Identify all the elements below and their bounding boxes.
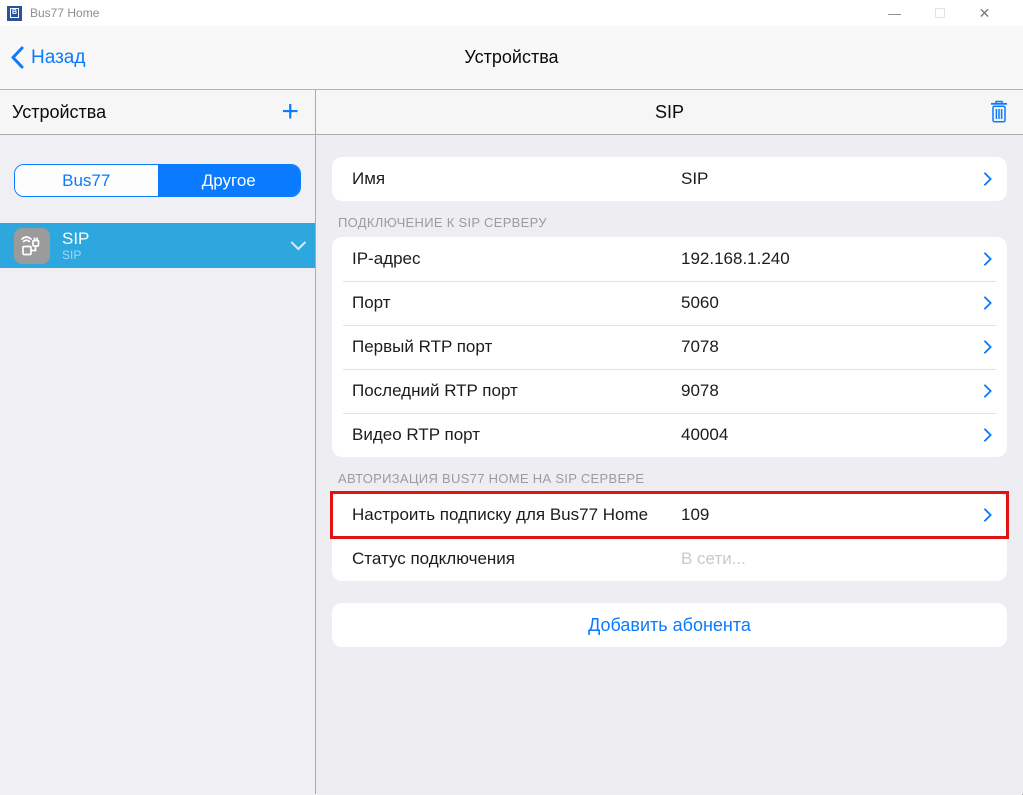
setting-label: Статус подключения [352, 549, 515, 569]
detail-header: SIP [316, 90, 1023, 135]
chevron-down-icon[interactable] [291, 235, 307, 251]
device-list-item-sip[interactable]: SIP SIP [0, 223, 315, 268]
setting-row-connection-status: Статус подключения В сети... [332, 537, 1007, 581]
setting-value: SIP [681, 169, 708, 189]
chevron-right-icon [978, 340, 992, 354]
device-subtitle: SIP [62, 248, 89, 262]
devices-sidebar: Устройства + Bus77 Другое SIP SIP [0, 90, 316, 794]
minimize-icon[interactable]: — [872, 6, 917, 21]
main-split: Устройства + Bus77 Другое SIP SIP [0, 90, 1023, 794]
setting-row-first-rtp-port[interactable]: Первый RTP порт 7078 [332, 325, 1007, 369]
window-titlebar: B Bus77 Home — ✕ [0, 0, 1023, 26]
segment-bus77[interactable]: Bus77 [15, 165, 158, 196]
setting-value: 9078 [681, 381, 719, 401]
app-logo-icon: B [7, 6, 22, 21]
section-header-authorization: АВТОРИЗАЦИЯ BUS77 HOME НА SIP СЕРВЕРЕ [338, 471, 1007, 486]
device-type-segmented-control: Bus77 Другое [14, 164, 301, 197]
sip-intercom-icon [19, 233, 45, 259]
window-controls: — ✕ [872, 5, 1023, 22]
status-value: В сети... [681, 549, 746, 569]
settings-group-authorization: Настроить подписку для Bus77 Home 109 Ст… [332, 493, 1007, 581]
setting-value: 5060 [681, 293, 719, 313]
chevron-right-icon [978, 384, 992, 398]
setting-label: IP-адрес [352, 249, 421, 269]
close-icon[interactable]: ✕ [962, 5, 1007, 22]
setting-row-subscription[interactable]: Настроить подписку для Bus77 Home 109 [332, 493, 1007, 537]
trash-icon [989, 100, 1009, 124]
setting-value: 7078 [681, 337, 719, 357]
maximize-icon[interactable] [917, 6, 962, 21]
setting-value: 192.168.1.240 [681, 249, 790, 269]
back-button[interactable]: Назад [10, 46, 85, 69]
setting-row-port[interactable]: Порт 5060 [332, 281, 1007, 325]
back-button-label: Назад [31, 47, 85, 69]
setting-row-last-rtp-port[interactable]: Последний RTP порт 9078 [332, 369, 1007, 413]
settings-group-connection: IP-адрес 192.168.1.240 Порт 5060 Первый … [332, 237, 1007, 457]
setting-label: Порт [352, 293, 391, 313]
chevron-left-icon [10, 46, 24, 69]
sidebar-title: Устройства [12, 102, 106, 123]
navigation-bar: Назад Устройства [0, 26, 1023, 90]
delete-device-button[interactable] [989, 100, 1009, 129]
setting-label: Видео RTP порт [352, 425, 480, 445]
chevron-right-icon [978, 172, 992, 186]
setting-value: 109 [681, 505, 709, 525]
detail-title: SIP [316, 102, 1023, 123]
segment-other[interactable]: Другое [158, 165, 301, 196]
setting-row-name[interactable]: Имя SIP [332, 157, 1007, 201]
chevron-right-icon [978, 508, 992, 522]
window-title: Bus77 Home [30, 6, 99, 20]
device-detail-panel: SIP Имя SIP ПОДКЛЮЧЕНИЕ К SIP СЕРВЕРУ [316, 90, 1023, 794]
setting-label: Последний RTP порт [352, 381, 518, 401]
setting-label: Первый RTP порт [352, 337, 492, 357]
section-header-connection: ПОДКЛЮЧЕНИЕ К SIP СЕРВЕРУ [338, 215, 1007, 230]
detail-body: Имя SIP ПОДКЛЮЧЕНИЕ К SIP СЕРВЕРУ IP-адр… [316, 135, 1023, 647]
setting-value: 40004 [681, 425, 728, 445]
chevron-right-icon [978, 428, 992, 442]
chevron-right-icon [978, 252, 992, 266]
chevron-right-icon [978, 296, 992, 310]
device-text: SIP SIP [62, 229, 89, 262]
page-title: Устройства [0, 47, 1023, 68]
setting-row-video-rtp-port[interactable]: Видео RTP порт 40004 [332, 413, 1007, 457]
setting-label: Имя [352, 169, 385, 189]
device-icon [14, 228, 50, 264]
add-subscriber-button[interactable]: Добавить абонента [332, 603, 1007, 647]
add-device-button[interactable]: + [277, 99, 303, 125]
device-title: SIP [62, 229, 89, 248]
setting-row-ip[interactable]: IP-адрес 192.168.1.240 [332, 237, 1007, 281]
sidebar-header: Устройства + [0, 90, 315, 135]
setting-label: Настроить подписку для Bus77 Home [352, 505, 648, 525]
